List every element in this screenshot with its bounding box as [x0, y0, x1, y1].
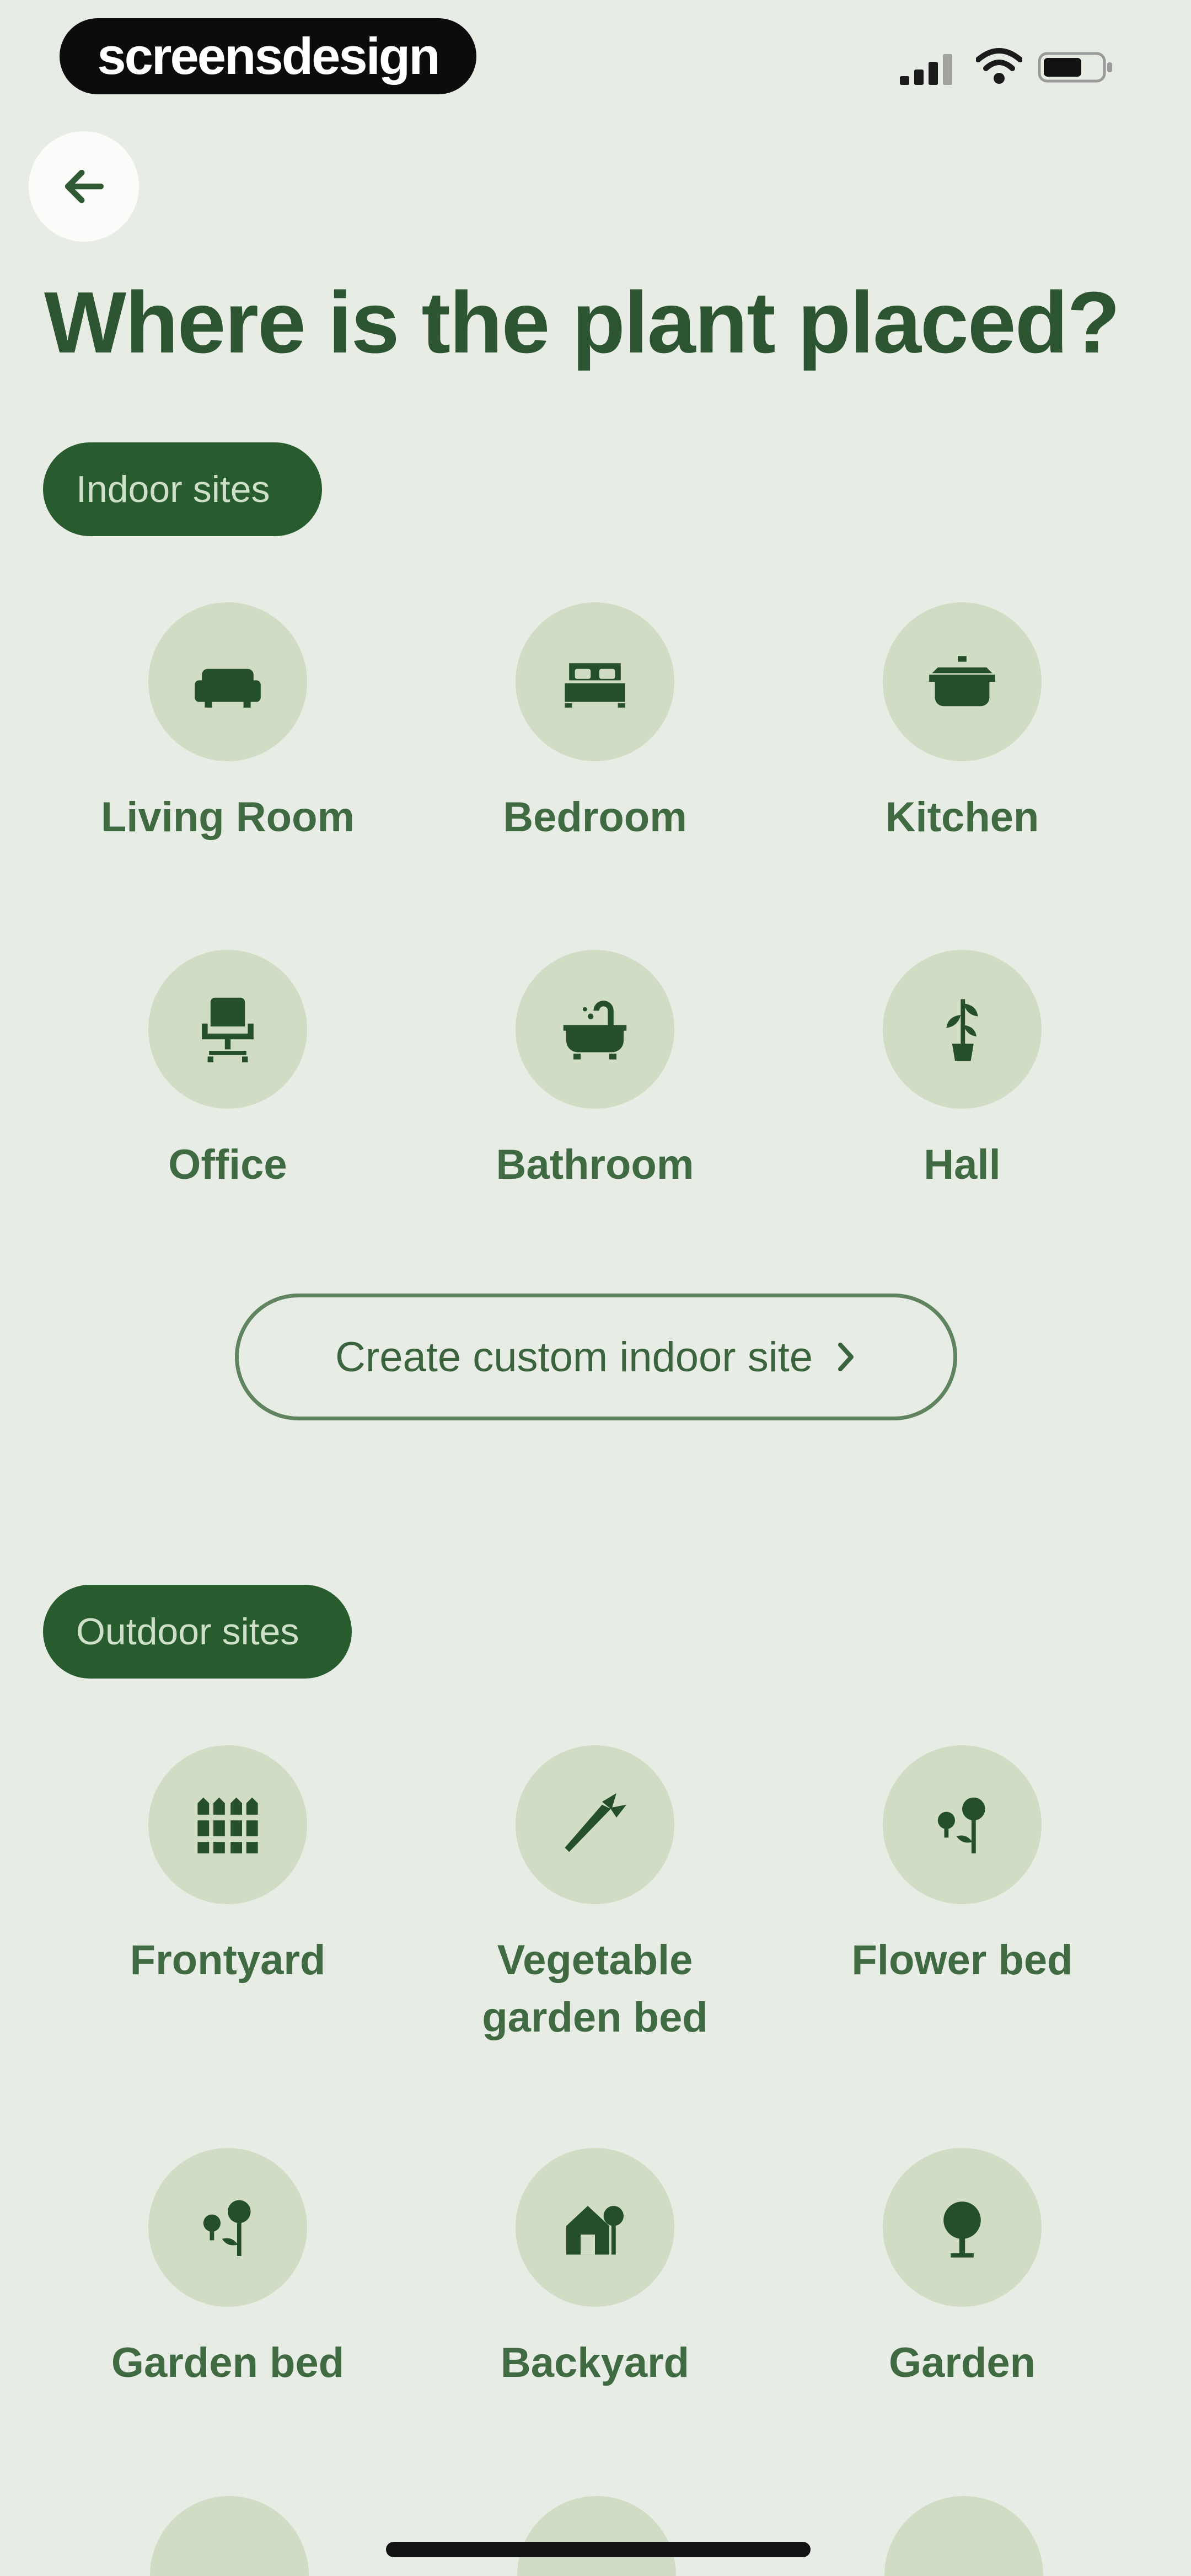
site-label: Kitchen: [885, 794, 1039, 841]
site-label: Bathroom: [496, 1141, 694, 1188]
indoor-sites-grid: Living Room Bedroom Kitchen Office Bathr…: [44, 602, 1147, 1297]
site-label: Bedroom: [503, 794, 687, 841]
bathtub-icon: [516, 950, 674, 1109]
wifi-icon: [975, 46, 1023, 85]
screensdesign-logo: screensdesign: [60, 18, 476, 94]
site-office[interactable]: Office: [44, 950, 411, 1297]
site-garden[interactable]: Garden: [779, 2148, 1146, 2495]
site-label: Vegetable garden bed: [482, 1937, 708, 2041]
chevron-right-icon: [838, 1343, 854, 1371]
arrow-left-icon: [65, 169, 104, 204]
site-partial-2[interactable]: [517, 2496, 676, 2576]
back-button[interactable]: [29, 131, 139, 242]
outdoor-sites-grid: Frontyard Vegetable garden bed Flower be…: [44, 1745, 1147, 2495]
site-label: Flower bed: [851, 1937, 1073, 1984]
site-partial-1[interactable]: [150, 2496, 309, 2576]
house-tree-icon: [516, 2148, 674, 2307]
site-label: Living Room: [100, 794, 355, 841]
flowers-icon: [148, 2148, 307, 2307]
site-partial-3[interactable]: [884, 2496, 1043, 2576]
create-custom-indoor-site-label: Create custom indoor site: [335, 1333, 813, 1381]
site-label: Frontyard: [130, 1937, 326, 1984]
site-label: Garden: [888, 2339, 1036, 2386]
cooking-pot-icon: [883, 602, 1042, 761]
hall-plant-icon: [883, 950, 1042, 1109]
site-bathroom[interactable]: Bathroom: [411, 950, 779, 1297]
cellular-signal-icon: [900, 51, 954, 85]
site-garden-bed[interactable]: Garden bed: [44, 2148, 411, 2495]
bench-icon: [150, 2496, 309, 2576]
create-custom-indoor-site-button[interactable]: Create custom indoor site: [235, 1294, 957, 1420]
site-bedroom[interactable]: Bedroom: [411, 602, 779, 950]
site-icon: [517, 2496, 676, 2576]
battery-icon: [1038, 51, 1115, 84]
site-label: Office: [168, 1141, 287, 1188]
fence-icon: [148, 1745, 307, 1904]
outdoor-sites-heading: Outdoor sites: [43, 1585, 352, 1679]
site-vegetable-garden-bed[interactable]: Vegetable garden bed: [411, 1745, 779, 2148]
indoor-sites-heading: Indoor sites: [43, 442, 322, 536]
carrot-icon: [516, 1745, 674, 1904]
site-label: Backyard: [500, 2339, 690, 2386]
site-hall[interactable]: Hall: [779, 950, 1146, 1297]
home-indicator: [386, 2542, 811, 2557]
site-icon: [884, 2496, 1043, 2576]
tree-icon: [883, 2148, 1042, 2307]
site-kitchen[interactable]: Kitchen: [779, 602, 1146, 950]
site-label: Hall: [924, 1141, 1001, 1188]
site-frontyard[interactable]: Frontyard: [44, 1745, 411, 2148]
bed-icon: [516, 602, 674, 761]
site-living-room[interactable]: Living Room: [44, 602, 411, 950]
office-chair-icon: [148, 950, 307, 1109]
sofa-icon: [148, 602, 307, 761]
site-flower-bed[interactable]: Flower bed: [779, 1745, 1146, 2148]
site-label: Garden bed: [111, 2339, 345, 2386]
page-title: Where is the plant placed?: [44, 274, 1120, 371]
flowers-icon: [883, 1745, 1042, 1904]
site-backyard[interactable]: Backyard: [411, 2148, 779, 2495]
